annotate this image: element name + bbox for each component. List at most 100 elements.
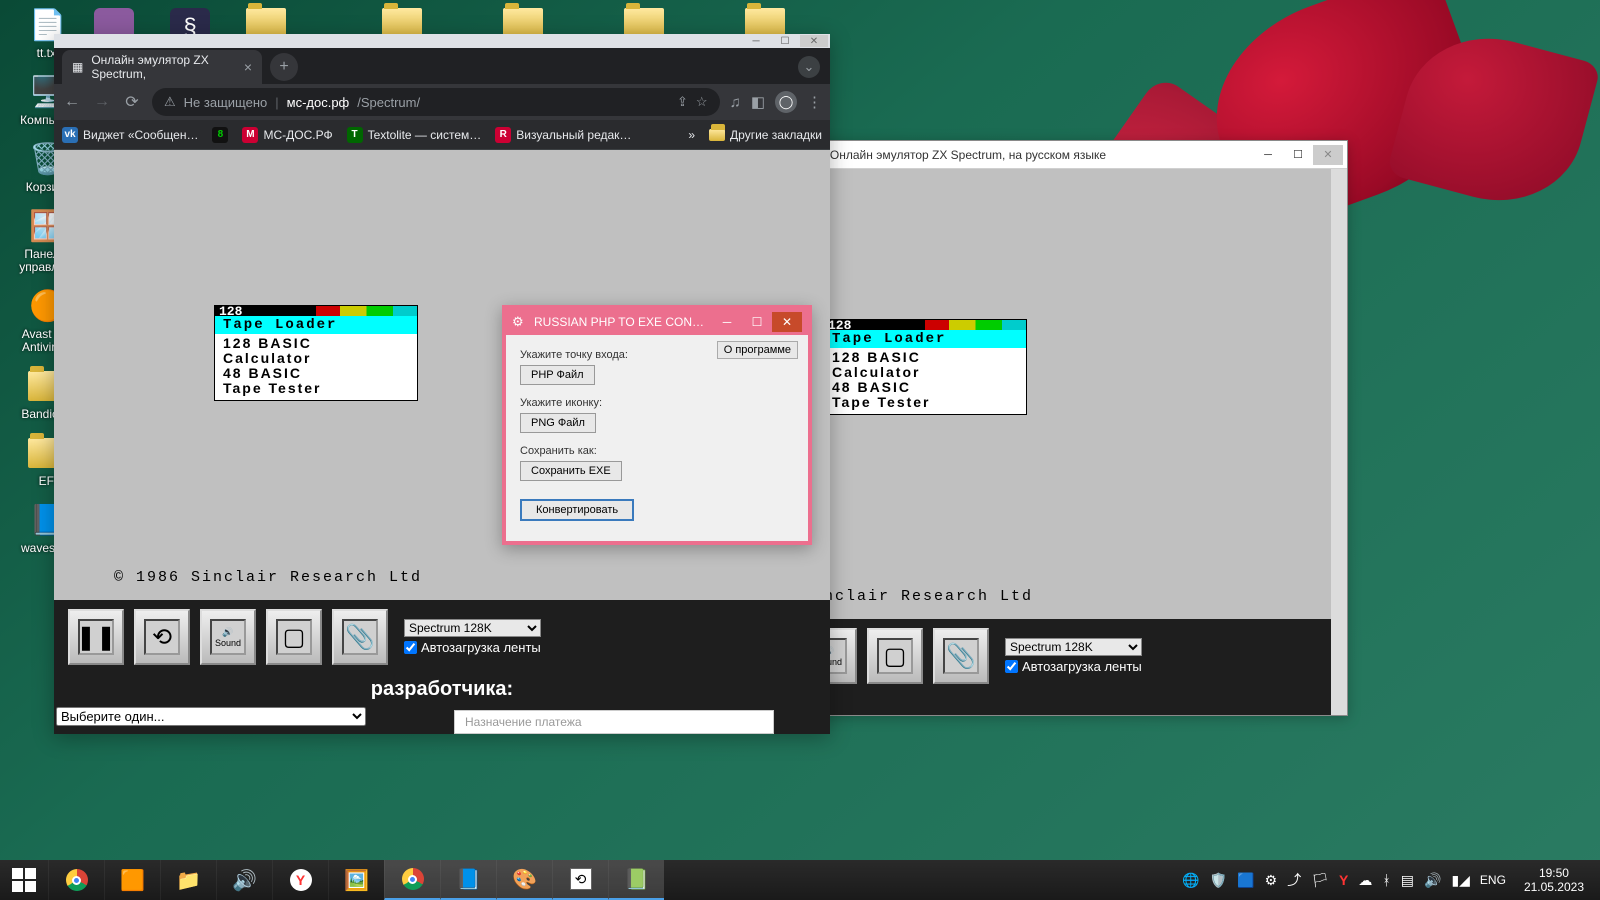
- spectrum-menu-items: 128 BASIC Calculator 48 BASIC Tape Teste…: [824, 348, 1026, 414]
- insecure-icon: ⚠: [164, 94, 176, 110]
- taskbar-images[interactable]: 🖼️: [328, 860, 384, 900]
- maximize-button[interactable]: ☐: [1283, 145, 1313, 165]
- taskbar-yandex[interactable]: Y: [272, 860, 328, 900]
- tray-icon[interactable]: 🛡️: [1210, 872, 1227, 889]
- close-button[interactable]: ✕: [772, 312, 802, 332]
- tray-icon[interactable]: 🌐: [1182, 872, 1199, 889]
- autoload-checkbox[interactable]: Автозагрузка ленты: [404, 640, 541, 655]
- bookmarks-overflow[interactable]: »: [688, 128, 695, 142]
- emulator-controls: ❚❚ ⟲ 🔊Sound ▢ 📎 Spectrum 128K Автозагруз…: [54, 600, 830, 674]
- model-select[interactable]: Spectrum 128K: [1005, 638, 1142, 656]
- dialog-titlebar[interactable]: ⚙ RUSSIAN PHP TO EXE CONVE… ─ ☐ ✕: [506, 309, 808, 335]
- tray-language[interactable]: ENG: [1480, 873, 1506, 887]
- bookmark-item[interactable]: TTextolite — систем…: [347, 127, 482, 143]
- tray-icon[interactable]: Y: [1339, 872, 1348, 888]
- close-button[interactable]: ✕: [800, 35, 828, 47]
- tray-icon[interactable]: 🏳: [1311, 872, 1329, 889]
- dialog-body: О программе Укажите точку входа: PHP Фай…: [506, 335, 808, 541]
- spectrum-menu: Tape Loader 128 BASIC Calculator 48 BASI…: [823, 319, 1027, 415]
- developer-heading: разработчика:: [54, 674, 830, 705]
- save-exe-button[interactable]: Сохранить EXE: [520, 461, 622, 481]
- autoload-checkbox[interactable]: Автозагрузка ленты: [1005, 659, 1142, 674]
- url-path: /Spectrum/: [357, 95, 420, 110]
- game-select[interactable]: Выберите один...: [56, 707, 366, 726]
- url-host: мс-дос.рф: [287, 95, 350, 110]
- window-titlebar[interactable]: ─ ☐ ✕: [54, 34, 830, 48]
- taskbar-notepadpp[interactable]: 📗: [608, 860, 664, 900]
- spectrum-highlight: Tape Loader: [215, 316, 417, 334]
- taskbar-explorer[interactable]: 📁: [160, 860, 216, 900]
- start-button[interactable]: [0, 860, 48, 900]
- taskbar-app[interactable]: ⟲: [552, 860, 608, 900]
- tab-strip: ▦ Онлайн эмулятор ZX Spectrum, × + ⌄: [54, 48, 830, 84]
- extensions-icon[interactable]: ◧: [751, 93, 765, 111]
- reload-button[interactable]: ⟳: [122, 92, 142, 112]
- minimize-button[interactable]: ─: [742, 35, 770, 47]
- tray-volume-icon[interactable]: 🔊: [1424, 872, 1441, 889]
- close-button[interactable]: ✕: [1313, 145, 1343, 165]
- about-button[interactable]: О программе: [717, 341, 798, 359]
- converter-dialog: ⚙ RUSSIAN PHP TO EXE CONVE… ─ ☐ ✕ О прог…: [502, 305, 812, 545]
- tray-icon[interactable]: ⤴: [1287, 870, 1301, 890]
- spectrum-menu: Tape Loader 128 BASIC Calculator 48 BASI…: [214, 305, 418, 401]
- tray-icon[interactable]: ⚙: [1265, 872, 1278, 889]
- new-tab-button[interactable]: +: [270, 53, 298, 81]
- tray-bluetooth-icon[interactable]: ᚼ: [1382, 872, 1390, 888]
- taskbar-volume[interactable]: 🔊: [216, 860, 272, 900]
- dialog-icon: ⚙: [512, 314, 528, 330]
- bookmark-item[interactable]: vkВиджет «Сообщен…: [62, 127, 198, 143]
- address-bar[interactable]: ⚠ Не защищено | мс-дос.рф/Spectrum/ ⇪ ☆: [152, 88, 720, 116]
- convert-button[interactable]: Конвертировать: [520, 499, 634, 521]
- payment-input[interactable]: Назначение платежа: [454, 710, 774, 734]
- sound-button[interactable]: 🔊Sound: [200, 609, 256, 665]
- back-button[interactable]: ←: [62, 93, 82, 111]
- icon-label: Укажите иконку:: [520, 397, 794, 409]
- tray-icon[interactable]: ▤: [1401, 872, 1414, 889]
- tray-icon[interactable]: ☁: [1358, 872, 1372, 889]
- taskbar-chrome[interactable]: [48, 860, 104, 900]
- spectrum-highlight: Tape Loader: [824, 330, 1026, 348]
- attach-button[interactable]: 📎: [332, 609, 388, 665]
- bookmark-star-icon[interactable]: ☆: [696, 94, 708, 110]
- copyright-text: © 1986 Sinclair Research Ltd: [114, 569, 422, 586]
- tray-clock[interactable]: 19:50 21.05.2023: [1516, 866, 1592, 894]
- bookmark-item[interactable]: MМС-ДОС.РФ: [242, 127, 332, 143]
- maximize-button[interactable]: ☐: [742, 312, 772, 332]
- dialog-title: RUSSIAN PHP TO EXE CONVE…: [534, 315, 712, 329]
- taskbar-paint[interactable]: 🎨: [496, 860, 552, 900]
- browser-tab[interactable]: ▦ Онлайн эмулятор ZX Spectrum, ×: [62, 50, 262, 84]
- pause-button[interactable]: ❚❚: [68, 609, 124, 665]
- other-bookmarks[interactable]: Другие закладки: [709, 128, 822, 142]
- reading-list-icon[interactable]: ♫: [730, 94, 741, 111]
- system-tray: 🌐 🛡️ 🟦 ⚙ ⤴ 🏳 Y ☁ ᚼ ▤ 🔊 ▮◢ ENG 19:50 21.0…: [1174, 866, 1600, 894]
- menu-icon[interactable]: ⋮: [807, 93, 822, 111]
- fullscreen-button[interactable]: ▢: [266, 609, 322, 665]
- fullscreen-button[interactable]: ▢: [867, 628, 923, 684]
- taskbar-chrome-active[interactable]: [384, 860, 440, 900]
- tray-network-icon[interactable]: ▮◢: [1451, 872, 1469, 889]
- toolbar: ← → ⟳ ⚠ Не защищено | мс-дос.рф/Spectrum…: [54, 84, 830, 120]
- taskbar-notepad[interactable]: 📘: [440, 860, 496, 900]
- png-file-button[interactable]: PNG Файл: [520, 413, 596, 433]
- tab-close-icon[interactable]: ×: [244, 59, 252, 75]
- bookmark-item[interactable]: 8: [212, 127, 228, 143]
- minimize-button[interactable]: ─: [712, 312, 742, 332]
- tray-icon[interactable]: 🟦: [1237, 872, 1254, 889]
- model-select[interactable]: Spectrum 128K: [404, 619, 541, 637]
- maximize-button[interactable]: ☐: [771, 35, 799, 47]
- attach-button[interactable]: 📎: [933, 628, 989, 684]
- save-label: Сохранить как:: [520, 445, 794, 457]
- insecure-label: Не защищено: [184, 95, 268, 110]
- forward-button[interactable]: →: [92, 93, 112, 111]
- tab-search-button[interactable]: ⌄: [798, 56, 820, 78]
- bookmarks-bar: vkВиджет «Сообщен… 8 MМС-ДОС.РФ TTextoli…: [54, 120, 830, 150]
- reset-button[interactable]: ⟲: [134, 609, 190, 665]
- bookmark-item[interactable]: RВизуальный редак…: [495, 127, 631, 143]
- taskbar-items: 🟧 📁 🔊 Y 🖼️ 📘 🎨 ⟲ 📗: [48, 860, 664, 900]
- php-file-button[interactable]: PHP Файл: [520, 365, 595, 385]
- taskbar-media[interactable]: 🟧: [104, 860, 160, 900]
- share-icon[interactable]: ⇪: [677, 94, 688, 110]
- profile-avatar[interactable]: ◯: [775, 91, 797, 113]
- minimize-button[interactable]: ─: [1253, 145, 1283, 165]
- scrollbar[interactable]: [1331, 169, 1347, 715]
